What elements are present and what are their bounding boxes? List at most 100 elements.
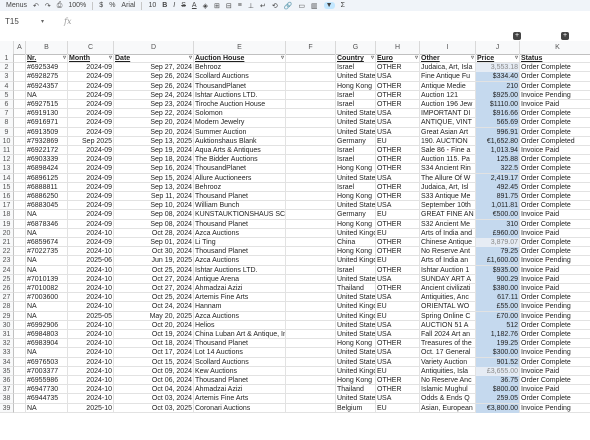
cell-house[interactable]: Ahmadzai Azizi	[194, 284, 286, 293]
cell-date[interactable]: Sep 15, 2024	[114, 173, 194, 183]
header-country[interactable]: Country ▿	[336, 54, 376, 63]
cell-nr[interactable]: NA	[26, 403, 68, 413]
cell-other[interactable]: ANTIQUE, VINT	[420, 118, 476, 128]
cell-status[interactable]: Invoice Pending	[520, 256, 590, 265]
cell-f[interactable]	[286, 284, 336, 293]
cell-euro[interactable]: EU	[376, 136, 420, 146]
percent-icon[interactable]: %	[109, 2, 115, 9]
cell-euro[interactable]: EU	[376, 403, 420, 413]
cell-euro[interactable]: USA	[376, 320, 420, 330]
cell-house[interactable]: Ishtar Auctions LTD.	[194, 265, 286, 275]
cell-date[interactable]: Oct 17, 2024	[114, 348, 194, 358]
cell-nr[interactable]: NA	[26, 265, 68, 275]
cell-country[interactable]: United Kingdom	[336, 311, 376, 321]
row-number[interactable]: 21	[0, 238, 14, 248]
header-date[interactable]: Date ▿	[114, 54, 194, 63]
cell-f[interactable]	[286, 164, 336, 174]
cell-nr[interactable]: #6976503	[26, 357, 68, 367]
cell-country[interactable]: United Kingdom	[336, 366, 376, 376]
cell-date[interactable]: Sep 27, 2024	[114, 63, 194, 73]
cell-f[interactable]	[286, 348, 336, 358]
row-number[interactable]: 7	[0, 109, 14, 119]
cell-date[interactable]: Oct 19, 2024	[114, 330, 194, 339]
cell-nr[interactable]: #6919130	[26, 109, 68, 119]
cell-country[interactable]: United States	[336, 109, 376, 119]
strikethrough-icon[interactable]: S	[181, 2, 186, 9]
cell-month[interactable]: 2024-09	[68, 63, 114, 73]
column-header-d[interactable]: D	[114, 41, 194, 54]
cell-price[interactable]: 210	[476, 81, 520, 91]
row-number[interactable]: 37	[0, 385, 14, 395]
cell-nr[interactable]: #6859674	[26, 238, 68, 247]
cell-other[interactable]: S32 Ancient Me	[420, 219, 476, 229]
row-number[interactable]: 28	[0, 302, 14, 312]
cell-house[interactable]: Thousand Planet	[194, 192, 286, 201]
cell-euro[interactable]: USA	[376, 118, 420, 128]
cell-month[interactable]: 2024-09	[68, 100, 114, 109]
cell-nr[interactable]: #6898424	[26, 164, 68, 174]
cell-house[interactable]: Thousand Planet	[194, 339, 286, 349]
cell-euro[interactable]: USA	[376, 394, 420, 404]
cell-month[interactable]: 2025-10	[68, 403, 114, 413]
cell[interactable]	[14, 109, 26, 119]
cell-f[interactable]	[286, 192, 336, 201]
cell-date[interactable]: Sep 22, 2024	[114, 109, 194, 119]
cell-nr[interactable]: #6992906	[26, 320, 68, 330]
cell-house[interactable]: Thousand Planet	[194, 376, 286, 385]
cell-f[interactable]	[286, 90, 336, 100]
cell-status[interactable]: Invoice Pending	[520, 312, 590, 321]
cell-f[interactable]	[286, 81, 336, 91]
cell-other[interactable]: Fine Antique Fu	[420, 72, 476, 82]
cell-other[interactable]: Treasures of the	[420, 339, 476, 349]
cell-date[interactable]: Sep 08, 2024	[114, 219, 194, 229]
filter-icon[interactable]: ▿	[281, 54, 284, 63]
cell-price[interactable]: $925.00	[476, 90, 520, 100]
cell-date[interactable]: Oct 06, 2024	[114, 376, 194, 385]
cell-house[interactable]: China Luban Art & Antique, Inc.	[194, 330, 286, 339]
cell-date[interactable]: Oct 20, 2024	[114, 320, 194, 330]
cell-other[interactable]: September 10th	[420, 201, 476, 211]
cell-month[interactable]: 2024-10	[68, 228, 114, 238]
cell-f[interactable]	[286, 366, 336, 376]
cell-f[interactable]	[286, 63, 336, 73]
row-number[interactable]: 9	[0, 127, 14, 137]
header-month[interactable]: Month ▿	[68, 54, 114, 63]
cell-euro[interactable]: USA	[376, 330, 420, 339]
cell[interactable]	[14, 219, 26, 229]
cell-other[interactable]: S34 Ancient Rin	[420, 164, 476, 174]
cell-date[interactable]: Oct 03, 2024	[114, 394, 194, 404]
cell-price[interactable]: $380.00	[476, 284, 520, 293]
cell-nr[interactable]: #6916971	[26, 118, 68, 128]
column-header-i[interactable]: I	[420, 41, 476, 54]
cell-date[interactable]: Sep 26, 2024	[114, 81, 194, 91]
font-size-input[interactable]: 10	[148, 2, 156, 9]
cell-euro[interactable]: EU	[376, 302, 420, 312]
cell[interactable]	[14, 192, 26, 201]
cell[interactable]	[14, 173, 26, 183]
cell-status[interactable]: Order Complete	[520, 339, 590, 348]
cell-other[interactable]: Great Asian Art	[420, 127, 476, 137]
cell-house[interactable]: Azca Auctions	[194, 256, 286, 266]
cell-country[interactable]: Hong Kong	[336, 164, 376, 174]
cell-other[interactable]: Chinese Antique	[420, 238, 476, 247]
cell[interactable]	[14, 256, 26, 266]
cell-nr[interactable]: #6925349	[26, 63, 68, 73]
cell-house[interactable]: Azca Auctions	[194, 311, 286, 321]
cell-euro[interactable]: OTHER	[376, 339, 420, 349]
cell-price[interactable]: €1,652.80	[476, 136, 520, 146]
cell-euro[interactable]: OTHER	[376, 265, 420, 275]
cell-country[interactable]: Germany	[336, 136, 376, 146]
cell-other[interactable]: Asian, European	[420, 403, 476, 413]
cell-house[interactable]: Aqua Arts & Antiques	[194, 146, 286, 155]
cell-house[interactable]: Thousand Planet	[194, 247, 286, 257]
cell-nr[interactable]: NA	[26, 228, 68, 238]
link-icon[interactable]: 🔗	[284, 2, 293, 10]
header-other[interactable]: Other ▿	[420, 54, 476, 63]
expand-group-icon[interactable]: +	[561, 32, 569, 40]
cell-price[interactable]: 891.75	[476, 192, 520, 201]
cell-month[interactable]: 2024-09	[68, 155, 114, 165]
cell-country[interactable]: United States	[336, 394, 376, 404]
cell-house[interactable]: Artemis Fine Arts	[194, 293, 286, 303]
row-number[interactable]: 5	[0, 90, 14, 100]
cell-nr[interactable]: NA	[26, 302, 68, 312]
